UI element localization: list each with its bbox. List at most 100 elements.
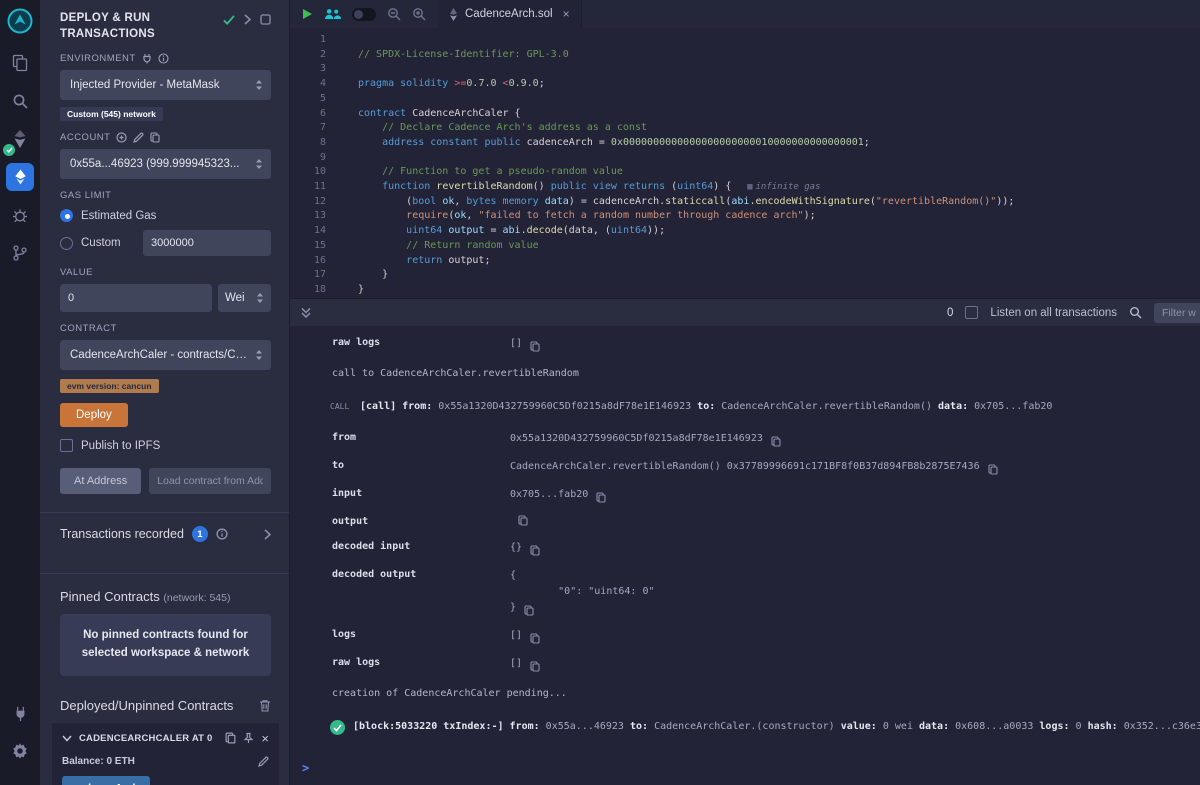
settings-gear-icon[interactable] bbox=[6, 737, 34, 765]
trash-icon[interactable] bbox=[259, 699, 271, 712]
terminal-kv-row: logs[] bbox=[290, 622, 1200, 650]
contract-select[interactable]: CadenceArchCaler - contracts/Cad... bbox=[60, 340, 271, 370]
edit-account-icon[interactable] bbox=[133, 132, 144, 143]
close-tab-icon[interactable]: × bbox=[563, 7, 570, 21]
editor-code[interactable]: // SPDX-License-Identifier: GPL-3.0 prag… bbox=[358, 33, 1200, 298]
gas-estimated-option[interactable]: Estimated Gas bbox=[60, 209, 271, 222]
main-area: CadenceArch.sol × 1234567891011121314151… bbox=[290, 0, 1200, 785]
value-input[interactable] bbox=[60, 284, 212, 312]
code-editor[interactable]: 123456789101112131415161718 // SPDX-Lice… bbox=[290, 28, 1200, 298]
theme-toggle[interactable] bbox=[352, 8, 376, 21]
terminal-kv-row: raw logs[] bbox=[290, 330, 1200, 358]
add-account-icon[interactable] bbox=[116, 132, 127, 143]
remix-app: DEPLOY & RUN TRANSACTIONS ENVIRONMENT In… bbox=[0, 0, 1200, 785]
deploy-button[interactable]: Deploy bbox=[60, 403, 128, 427]
remix-logo-icon[interactable] bbox=[6, 7, 34, 35]
copy-icon[interactable] bbox=[524, 605, 534, 616]
deploy-run-icon[interactable] bbox=[6, 163, 34, 191]
publish-ipfs-row: Publish to IPFS bbox=[60, 439, 271, 452]
pinned-empty-message: No pinned contracts found for selected w… bbox=[60, 614, 271, 676]
listen-all-checkbox[interactable] bbox=[965, 306, 978, 319]
copy-icon[interactable] bbox=[771, 436, 781, 447]
copy-icon[interactable] bbox=[530, 545, 540, 556]
file-explorer-icon[interactable] bbox=[6, 49, 34, 77]
terminal-kv-row: raw logs[] bbox=[290, 650, 1200, 678]
at-address-button[interactable]: At Address bbox=[60, 468, 141, 494]
deploy-run-panel: DEPLOY & RUN TRANSACTIONS ENVIRONMENT In… bbox=[40, 0, 290, 785]
copy-icon[interactable] bbox=[225, 732, 236, 744]
radio-selected-icon[interactable] bbox=[60, 209, 73, 222]
terminal-tx-summary[interactable]: [block:5033220 txIndex:-] from: 0x55a...… bbox=[290, 709, 1200, 746]
zoom-in-icon[interactable] bbox=[412, 7, 426, 21]
run-script-icon[interactable] bbox=[302, 8, 313, 20]
terminal-kv-row: input0x705...fab20 bbox=[290, 481, 1200, 509]
terminal-toolbar: 0 Listen on all transactions bbox=[290, 299, 1200, 326]
plugin-manager-icon[interactable] bbox=[6, 699, 34, 727]
contract-instance-title[interactable]: CADENCEARCHCALER AT 0 bbox=[79, 733, 218, 744]
at-address-input[interactable] bbox=[149, 468, 271, 494]
collapse-terminal-icon[interactable] bbox=[300, 307, 312, 319]
account-label: ACCOUNT bbox=[60, 132, 271, 143]
search-icon[interactable] bbox=[6, 87, 34, 115]
source-control-icon[interactable] bbox=[6, 239, 34, 267]
icon-sidebar bbox=[0, 0, 40, 785]
edit-balance-icon[interactable] bbox=[258, 756, 269, 767]
chevron-right-icon[interactable] bbox=[264, 529, 271, 540]
tab-title: CadenceArch.sol bbox=[465, 8, 553, 20]
select-stepper-icon bbox=[255, 79, 263, 91]
contract-fn-buttons: cadenceArchrevertibleRa... bbox=[62, 776, 269, 785]
select-stepper-icon bbox=[255, 349, 263, 361]
contract-fn-button[interactable]: cadenceArch bbox=[62, 776, 150, 785]
debugger-icon[interactable] bbox=[6, 201, 34, 229]
compile-success-badge-icon bbox=[3, 144, 15, 156]
gas-estimate-annotation: ▦infinite gas bbox=[747, 182, 820, 192]
success-check-icon bbox=[223, 15, 235, 25]
radio-unselected-icon[interactable] bbox=[60, 237, 73, 250]
gas-custom-option[interactable]: Custom bbox=[60, 230, 271, 256]
network-badge: Custom (545) network bbox=[60, 107, 163, 121]
account-select[interactable]: 0x55a...46923 (999.999945323... bbox=[60, 149, 271, 179]
close-icon[interactable]: × bbox=[261, 732, 269, 745]
terminal-filter-input[interactable] bbox=[1154, 303, 1200, 323]
panel-title: DEPLOY & RUN TRANSACTIONS bbox=[60, 10, 210, 42]
tab-cadencearch[interactable]: CadenceArch.sol × bbox=[438, 0, 582, 28]
evm-version-badge: evm version: cancun bbox=[60, 379, 159, 393]
copy-icon[interactable] bbox=[988, 464, 998, 475]
environment-select[interactable]: Injected Provider - MetaMask bbox=[60, 70, 271, 100]
terminal: 0 Listen on all transactions raw logs[]c… bbox=[290, 298, 1200, 785]
terminal-tx-summary[interactable]: call[call] from: 0x55a1320D432759960C5Df… bbox=[290, 389, 1200, 425]
copy-icon[interactable] bbox=[530, 661, 540, 672]
editor-tabbar: CadenceArch.sol × bbox=[290, 0, 1200, 28]
gas-limit-label: GAS LIMIT bbox=[60, 190, 271, 201]
live-collab-people-icon[interactable] bbox=[324, 8, 341, 20]
copy-icon[interactable] bbox=[530, 341, 540, 352]
terminal-text-line: creation of CadenceArchCaler pending... bbox=[290, 678, 1200, 709]
copy-account-icon[interactable] bbox=[150, 132, 160, 143]
info-icon[interactable] bbox=[216, 528, 228, 540]
contract-label: CONTRACT bbox=[60, 323, 271, 334]
success-check-icon bbox=[330, 720, 345, 735]
zoom-out-icon[interactable] bbox=[387, 7, 401, 21]
copy-icon[interactable] bbox=[596, 492, 606, 503]
info-icon[interactable] bbox=[158, 53, 169, 64]
terminal-pending-count: 0 bbox=[947, 307, 953, 319]
terminal-body[interactable]: raw logs[]call to CadenceArchCaler.rever… bbox=[290, 326, 1200, 785]
terminal-log: raw logs[]call to CadenceArchCaler.rever… bbox=[290, 330, 1200, 746]
listen-all-label: Listen on all transactions bbox=[990, 307, 1117, 319]
plug-icon[interactable] bbox=[142, 53, 152, 64]
solidity-compiler-icon[interactable] bbox=[6, 125, 34, 153]
value-unit-select[interactable]: Wei bbox=[218, 284, 271, 312]
editor-gutter[interactable]: 123456789101112131415161718 bbox=[290, 33, 340, 298]
gas-custom-input[interactable] bbox=[143, 230, 271, 256]
copy-icon[interactable] bbox=[530, 633, 540, 644]
chevron-right-icon[interactable] bbox=[244, 14, 251, 25]
pin-panel-icon[interactable] bbox=[260, 14, 271, 25]
select-stepper-icon bbox=[256, 292, 264, 304]
chevron-down-icon[interactable] bbox=[62, 735, 72, 742]
copy-icon[interactable] bbox=[518, 515, 528, 526]
terminal-search-icon[interactable] bbox=[1129, 306, 1142, 319]
ipfs-checkbox[interactable] bbox=[60, 439, 73, 452]
terminal-prompt[interactable]: > bbox=[290, 753, 1200, 785]
pin-icon[interactable] bbox=[243, 732, 254, 744]
deployed-contracts-title: Deployed/Unpinned Contracts bbox=[60, 698, 233, 713]
